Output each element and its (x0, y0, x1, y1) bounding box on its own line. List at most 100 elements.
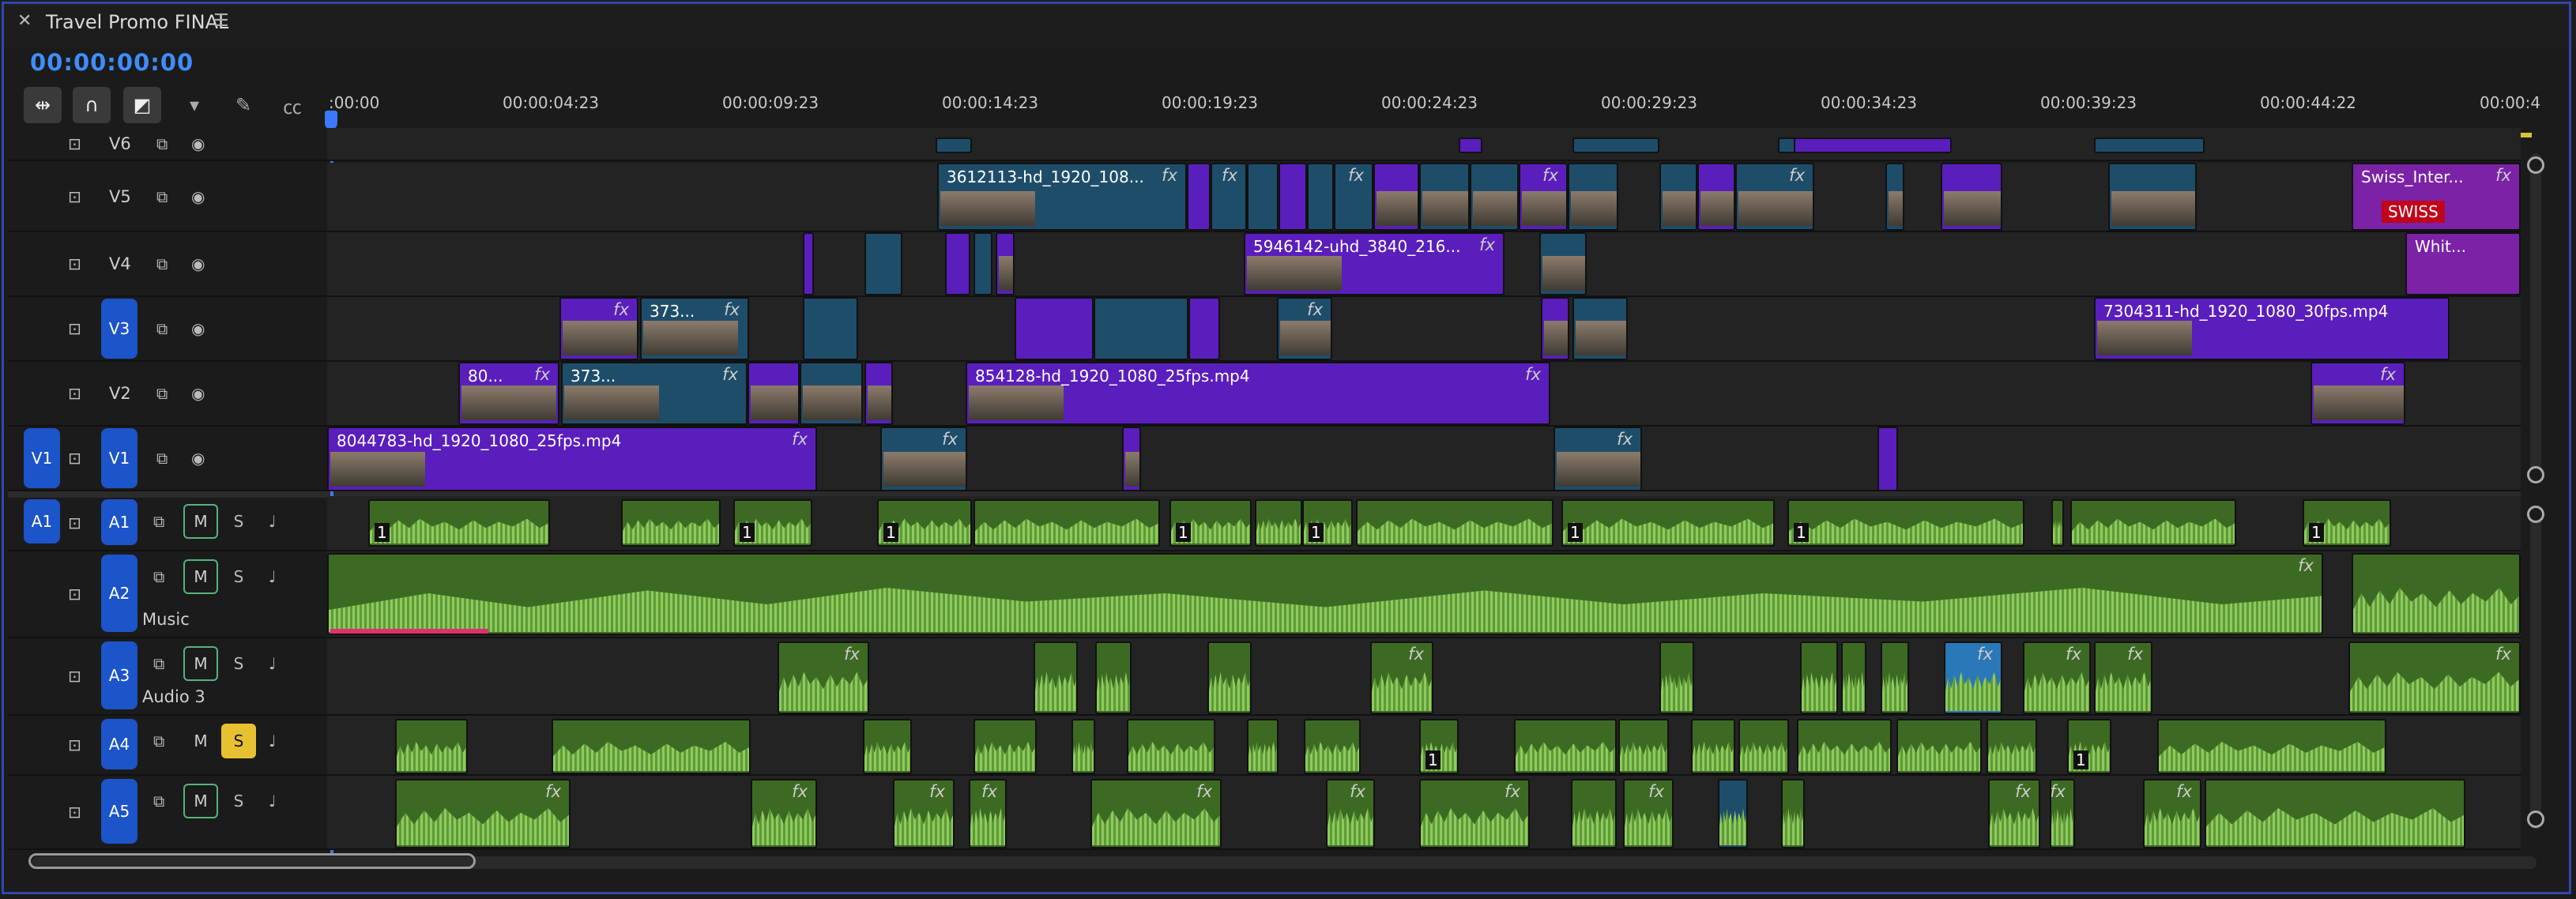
lock-icon[interactable]: ⊡ (68, 449, 81, 468)
microphone-icon[interactable]: ♩ (269, 792, 276, 811)
sequence-tab-title[interactable]: Travel Promo FINAL (46, 11, 228, 33)
toggle-sync-lock-icon[interactable]: ⧉ (153, 732, 164, 750)
audio-clip[interactable]: fx (2348, 641, 2521, 714)
v2-clip[interactable]: fx (2310, 362, 2405, 425)
audio-clip[interactable]: fx (969, 779, 1007, 848)
lock-icon[interactable]: ⊡ (68, 254, 81, 273)
audio-clip[interactable]: fx (1090, 779, 1222, 848)
toggle-sync-lock-icon[interactable]: ⧉ (153, 512, 164, 531)
close-icon[interactable]: ✕ (17, 11, 32, 31)
v6-clip[interactable] (936, 137, 972, 153)
linked-selection-icon[interactable]: ◩ (123, 87, 161, 123)
volume-keyframe-line[interactable] (330, 629, 488, 634)
audio-clip[interactable] (621, 499, 721, 547)
v6-clip[interactable] (2094, 137, 2205, 153)
audio-clip[interactable] (1034, 641, 1078, 714)
v5-clip[interactable]: fx (1334, 163, 1373, 231)
video-scroll-knob-top[interactable] (2527, 156, 2544, 174)
captions-icon[interactable]: ㏄ (277, 87, 308, 123)
audio-scroll-knob-top[interactable] (2527, 506, 2544, 523)
toggle-sync-lock-icon[interactable]: ⧉ (153, 792, 164, 811)
audio-clip[interactable]: fx (327, 553, 2323, 635)
v2-clip[interactable] (748, 362, 800, 425)
audio-scroll-knob-bottom[interactable] (2527, 811, 2544, 828)
audio-clip[interactable] (2157, 719, 2386, 774)
v1-clip[interactable]: 8044783-hd_1920_1080_25fps.mp4 fx (327, 427, 817, 491)
audio-clip[interactable] (1718, 779, 1748, 848)
lock-icon[interactable]: ⊡ (68, 585, 81, 604)
audio-clip[interactable] (1255, 499, 1302, 547)
v4-clip[interactable] (864, 232, 902, 295)
audio-clip[interactable] (1247, 719, 1279, 774)
v4-white-clip[interactable]: Whit... (2405, 232, 2521, 295)
hamburger-menu-icon[interactable]: ☰ (213, 11, 229, 31)
v5-clip[interactable] (1697, 163, 1735, 231)
snap-magnet-icon[interactable]: ∩ (73, 87, 111, 123)
playhead-timecode[interactable]: 00:00:00:00 (30, 49, 194, 76)
audio-clip[interactable] (974, 499, 1160, 547)
audio-clip[interactable] (1127, 719, 1215, 774)
audio-clip[interactable] (1781, 779, 1805, 848)
audio-clip[interactable] (2205, 779, 2465, 848)
audio-clip[interactable] (1571, 779, 1617, 848)
v4-clip[interactable] (945, 232, 970, 295)
audio-clip[interactable] (1881, 641, 1909, 714)
v5-clip[interactable] (1247, 163, 1279, 231)
microphone-icon[interactable]: ♩ (269, 512, 276, 531)
audio-clip[interactable] (1800, 641, 1838, 714)
solo-button[interactable]: S (221, 504, 256, 539)
audio-clip[interactable] (395, 719, 468, 774)
audio-clip[interactable]: fx (2143, 779, 2201, 848)
lock-icon[interactable]: ⊡ (68, 384, 81, 403)
v4-clip[interactable] (996, 232, 1015, 295)
v5-clip[interactable] (1568, 163, 1618, 231)
v5-clip[interactable]: fx (1519, 163, 1568, 231)
audio-vertical-scrollbar[interactable] (2530, 506, 2541, 829)
audio-clip[interactable]: 1 (877, 499, 972, 547)
audio-clip[interactable]: 1 (733, 499, 812, 547)
v5-clip[interactable] (1941, 163, 2002, 231)
v3-clip[interactable]: 373... fx (640, 297, 749, 360)
video-vertical-scrollbar[interactable] (2530, 153, 2541, 477)
eye-icon[interactable]: ◉ (191, 254, 205, 273)
mute-button[interactable]: M (183, 504, 218, 539)
v5-swiss-clip[interactable]: Swiss_Inter... fx SWISS (2352, 163, 2521, 231)
toggle-sync-lock-icon[interactable]: ⧉ (156, 449, 168, 468)
eye-icon[interactable]: ◉ (191, 384, 205, 403)
lock-icon[interactable]: ⊡ (68, 319, 81, 338)
v5-clip[interactable]: fx (1211, 163, 1247, 231)
eye-icon[interactable]: ◉ (191, 449, 205, 468)
audio-clip[interactable] (2051, 499, 2064, 547)
v4-clip[interactable]: 5946142-uhd_3840_216... fx (1244, 232, 1505, 295)
solo-button[interactable]: S (221, 646, 256, 681)
v3-clip[interactable]: 7304311-hd_1920_1080_30fps.mp4 (2094, 297, 2450, 360)
lock-icon[interactable]: ⊡ (68, 187, 81, 206)
toggle-sync-lock-icon[interactable]: ⧉ (156, 254, 168, 273)
audio-clip[interactable] (1356, 499, 1554, 547)
eye-icon[interactable]: ◉ (191, 319, 205, 338)
v5-clip[interactable] (1279, 163, 1307, 231)
audio-clip[interactable]: 1 (1787, 499, 2024, 547)
video-scroll-knob-bottom[interactable] (2527, 466, 2544, 483)
microphone-icon[interactable]: ♩ (269, 732, 276, 750)
v5-clip[interactable] (1470, 163, 1519, 231)
audio-clip[interactable]: fx (778, 641, 869, 714)
v3-clip[interactable] (1188, 297, 1220, 360)
audio-clip[interactable]: fx (1623, 779, 1674, 848)
v2-clip[interactable] (864, 362, 893, 425)
wrench-settings-icon[interactable]: ✎ (228, 87, 259, 123)
mute-button[interactable]: M (183, 559, 218, 594)
audio-clip[interactable] (1304, 719, 1361, 774)
microphone-icon[interactable]: ♩ (269, 567, 276, 586)
audio-clip[interactable]: fx (893, 779, 955, 848)
track-target-v3[interactable]: V3 (101, 299, 137, 359)
audio-clip[interactable]: fx (2050, 779, 2075, 848)
v2-clip[interactable]: 854128-hd_1920_1080_25fps.mp4 fx (966, 362, 1550, 425)
v1-clip[interactable]: fx (1554, 427, 1642, 491)
toggle-sync-lock-icon[interactable]: ⧉ (153, 567, 164, 586)
v1-clip[interactable]: fx (880, 427, 967, 491)
mute-button[interactable]: M (183, 724, 218, 758)
audio-clip[interactable]: fx (1326, 779, 1375, 848)
v5-clip[interactable]: fx (1735, 163, 1814, 231)
eye-icon[interactable]: ◉ (191, 187, 205, 206)
